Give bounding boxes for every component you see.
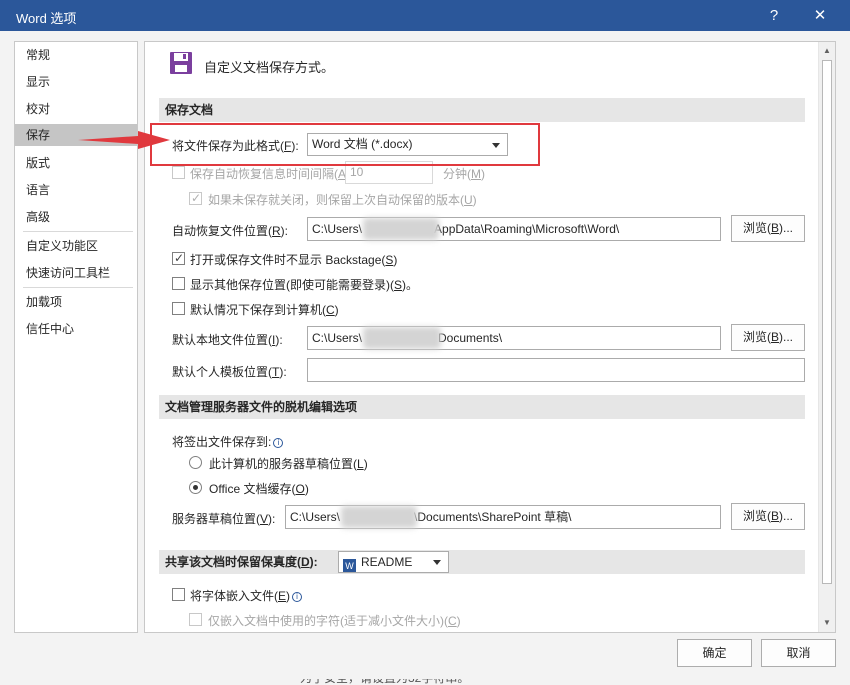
default-local-path-start: C:\Users\	[312, 331, 363, 345]
radio-office-cache[interactable]	[189, 481, 202, 494]
nav-item-display[interactable]: 显示	[15, 71, 137, 93]
autorecover-checkbox[interactable]	[172, 166, 185, 179]
cancel-button[interactable]: 取消	[761, 639, 836, 667]
personal-templates-label: 默认个人模板位置(T):	[172, 365, 287, 379]
drafts-path-start: C:\Users\	[290, 510, 341, 524]
background-document-text: 为了安全，请设置为32字符串。	[300, 671, 470, 685]
section-header-offline-editing: 文档管理服务器文件的脱机编辑选项	[159, 395, 805, 419]
minutes-label: 分钟(M)	[443, 167, 485, 181]
nav-item-customize-ribbon[interactable]: 自定义功能区	[15, 235, 137, 257]
default-local-path-end: Documents\	[438, 331, 503, 345]
nav-item-trust-center[interactable]: 信任中心	[15, 318, 137, 340]
keep-last-version-label: 如果未保存就关闭，则保留上次自动保留的版本(U)	[208, 193, 477, 207]
nav-item-advanced[interactable]: 高级	[15, 206, 137, 228]
nav-divider	[23, 231, 133, 232]
save-disk-icon	[170, 52, 192, 74]
show-other-locations-checkbox[interactable]	[172, 277, 185, 290]
nav-item-general[interactable]: 常规	[15, 44, 137, 66]
save-to-computer-checkbox[interactable]	[172, 302, 185, 315]
browse-default-local-button[interactable]: 浏览(B)...	[731, 324, 805, 351]
options-nav: 常规 显示 校对 保存 版式 语言 高级 自定义功能区 快速访问工具栏 加载项 …	[14, 41, 138, 633]
redacted-username	[341, 506, 417, 528]
autorecover-label: 保存自动恢复信息时间间隔(A)	[190, 167, 350, 181]
embed-used-chars-label: 仅嵌入文档中使用的字符(适于减小文件大小)(C)	[208, 614, 461, 628]
ok-button[interactable]: 确定	[677, 639, 752, 667]
default-local-location-label: 默认本地文件位置(I):	[172, 333, 283, 347]
chevron-down-icon	[433, 560, 441, 565]
nav-item-proofing[interactable]: 校对	[15, 98, 137, 120]
redacted-username	[363, 327, 441, 349]
nav-item-language[interactable]: 语言	[15, 179, 137, 201]
scroll-down-icon[interactable]: ▼	[819, 615, 835, 631]
radio-server-drafts[interactable]	[189, 456, 202, 469]
scroll-thumb[interactable]	[822, 60, 832, 584]
browse-server-drafts-button[interactable]: 浏览(B)...	[731, 503, 805, 530]
annotation-arrow-icon	[78, 131, 170, 149]
radio-server-drafts-label: 此计算机的服务器草稿位置(L)	[209, 457, 368, 471]
autorecover-path-start: C:\Users\	[312, 222, 363, 236]
no-backstage-label: 打开或保存文件时不显示 Backstage(S)	[190, 253, 398, 267]
info-icon: i	[292, 592, 303, 602]
content-scrollbar[interactable]: ▲ ▼	[818, 42, 835, 632]
nav-divider	[23, 287, 133, 288]
show-other-locations-label: 显示其他保存位置(即使可能需要登录)(S)。	[190, 278, 419, 292]
autorecover-location-label: 自动恢复文件位置(R):	[172, 224, 289, 238]
server-drafts-location-label: 服务器草稿位置(V):	[172, 512, 276, 526]
help-button[interactable]: ?	[754, 0, 794, 31]
word-doc-icon: W	[343, 559, 356, 572]
drafts-path-end: \Documents\SharePoint 草稿\	[414, 510, 572, 524]
checkmark-icon: ✓	[191, 191, 202, 205]
embed-used-chars-checkbox[interactable]	[189, 613, 202, 626]
keep-last-version-checkbox[interactable]: ✓	[189, 191, 202, 205]
scroll-up-icon[interactable]: ▲	[819, 43, 835, 59]
nav-item-layout[interactable]: 版式	[15, 152, 137, 174]
checkmark-icon: ✓	[174, 251, 185, 265]
close-button[interactable]: ✕	[800, 0, 840, 31]
annotation-highlight-box	[150, 123, 540, 166]
fidelity-document-dropdown[interactable]: W README	[338, 551, 449, 573]
window-title: Word 选项	[16, 11, 77, 26]
save-to-computer-label: 默认情况下保存到计算机(C)	[190, 303, 339, 317]
title-bar: Word 选项 ? ✕	[0, 0, 850, 31]
redacted-username	[363, 218, 439, 240]
section-header-save-documents: 保存文档	[159, 98, 805, 122]
checkout-label: 将签出文件保存到: i	[172, 433, 284, 450]
personal-templates-field[interactable]	[307, 358, 805, 382]
browse-autorecover-button[interactable]: 浏览(B)...	[731, 215, 805, 242]
page-heading: 自定义文档保存方式。	[204, 60, 335, 75]
fidelity-document-name: README	[361, 555, 413, 569]
embed-fonts-checkbox[interactable]	[172, 588, 185, 601]
radio-office-cache-label: Office 文档缓存(O)	[209, 482, 309, 496]
nav-item-quick-access-toolbar[interactable]: 快速访问工具栏	[15, 262, 137, 284]
embed-fonts-label: 将字体嵌入文件(E) i	[190, 587, 303, 604]
autorecover-path-end: AppData\Roaming\Microsoft\Word\	[434, 222, 620, 236]
no-backstage-checkbox[interactable]: ✓	[172, 251, 185, 265]
nav-item-add-ins[interactable]: 加载项	[15, 291, 137, 313]
radio-selected-dot	[193, 485, 198, 490]
info-icon: i	[273, 438, 284, 448]
section-header-fidelity: 共享该文档时保留保真度(D):	[159, 550, 805, 574]
autorecover-minutes-value: 10	[350, 165, 364, 179]
